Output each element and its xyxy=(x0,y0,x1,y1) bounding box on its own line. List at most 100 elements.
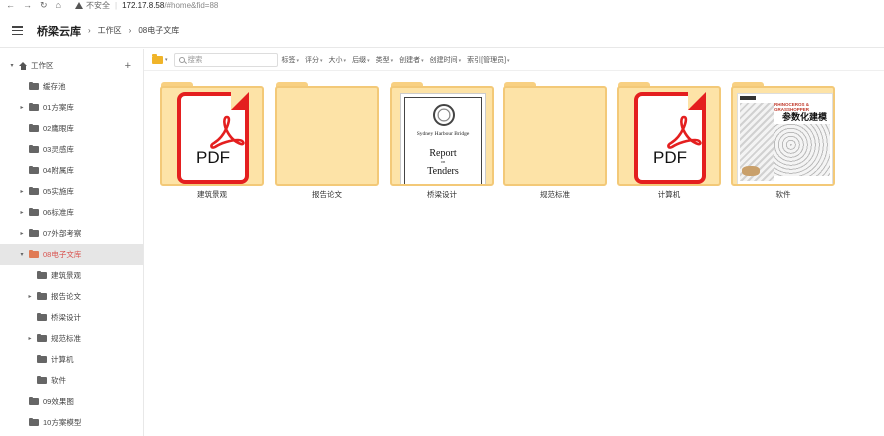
folder-tile-reports-papers[interactable]: 报告论文 xyxy=(275,82,379,202)
sidebar-item-label: 01方案库 xyxy=(43,103,74,112)
sidebar-item-08-e-library[interactable]: ▾ 08电子文库 xyxy=(0,244,143,265)
filter-creator[interactable]: 创建者▾ xyxy=(399,55,424,65)
app-title: 桥梁云库 xyxy=(37,25,81,38)
folder-body: PDF xyxy=(160,86,264,186)
sidebar-item-label: 桥梁设计 xyxy=(51,313,81,322)
add-icon[interactable]: + xyxy=(125,60,131,72)
reload-icon[interactable]: ↻ xyxy=(40,0,48,11)
filter-size[interactable]: 大小▾ xyxy=(329,55,347,65)
folder-icon: PDF xyxy=(160,82,264,186)
chevron-down-icon: ▾ xyxy=(320,57,323,64)
sidebar-item-01-plans[interactable]: ▸ 01方案库 xyxy=(0,97,143,118)
forward-arrow-icon[interactable]: → xyxy=(23,0,32,11)
filter-type[interactable]: 类型▾ xyxy=(376,55,394,65)
folder-tile-software[interactable]: RHINOCEROS & GRASSHOPPER 参数化建模 软件 xyxy=(731,82,835,202)
filter-created-time[interactable]: 创建时间▾ xyxy=(430,55,462,65)
sidebar-item-09-renderings[interactable]: 09效果图 xyxy=(0,391,143,412)
sidebar-root-workspace[interactable]: ▾ 工作区 + xyxy=(0,55,143,76)
folder-label: 规范标准 xyxy=(540,190,570,199)
sidebar-item-software[interactable]: 软件 xyxy=(0,370,143,391)
folder-icon xyxy=(29,81,39,90)
sidebar-item-bridge-design[interactable]: 桥梁设计 xyxy=(0,307,143,328)
filter-label: 类型 xyxy=(375,56,390,64)
folder-label: 建筑景观 xyxy=(197,190,227,199)
folder-icon[interactable] xyxy=(152,53,163,64)
sidebar-item-label: 05实施库 xyxy=(43,187,74,196)
cover-tag xyxy=(740,96,756,100)
sidebar-item-03-inspiration[interactable]: 03灵感库 xyxy=(0,139,143,160)
caret-down-icon[interactable]: ▾ xyxy=(8,62,16,69)
filter-bar: 标签▾ 评分▾ 大小▾ 后缀▾ 类型▾ 创建者▾ 创建时间▾ 索引[管理员]▾ xyxy=(282,55,516,65)
sidebar-item-02-eagle-eye[interactable]: 02鹰眼库 xyxy=(0,118,143,139)
breadcrumb-current[interactable]: 08电子文库 xyxy=(138,25,179,36)
folder-icon xyxy=(29,207,39,216)
caret-right-icon[interactable]: ▸ xyxy=(18,104,26,111)
folder-tile-specifications[interactable]: 规范标准 xyxy=(503,82,607,202)
cover-ornament xyxy=(742,166,760,176)
filter-tag[interactable]: 标签▾ xyxy=(282,55,300,65)
caret-right-icon[interactable]: ▸ xyxy=(26,293,34,300)
warning-icon xyxy=(74,2,83,9)
folder-icon xyxy=(29,228,39,237)
page-corner xyxy=(231,92,249,110)
sidebar-item-label: 02鹰眼库 xyxy=(43,124,74,133)
chevron-down-icon: ▾ xyxy=(296,57,300,64)
menu-icon[interactable] xyxy=(12,26,23,35)
filter-rating[interactable]: 评分▾ xyxy=(305,55,323,65)
caret-right-icon[interactable]: ▸ xyxy=(18,188,26,195)
sidebar-item-07-external-survey[interactable]: ▸ 07外部考察 xyxy=(0,223,143,244)
folder-tile-architecture-landscape[interactable]: PDF 建筑景观 xyxy=(160,82,264,202)
caret-right-icon[interactable]: ▸ xyxy=(26,335,34,342)
report-title-line: Report xyxy=(429,148,457,159)
folder-tile-bridge-design[interactable]: Sydney Harbour Bridge Report on Tenders 桥梁设计 xyxy=(390,82,494,202)
page-corner xyxy=(688,92,706,110)
chevron-down-icon: ▾ xyxy=(507,57,510,64)
home-icon[interactable]: ⌂ xyxy=(56,0,61,11)
book-title: 参数化建模 xyxy=(782,112,828,122)
pdf-thumbnail: PDF xyxy=(634,92,706,184)
chevron-right-icon: › xyxy=(128,26,132,35)
folder-tile-computer[interactable]: PDF 计算机 xyxy=(617,82,721,202)
filter-label: 后缀 xyxy=(352,56,367,64)
chevron-down-icon: ▾ xyxy=(421,57,424,64)
caret-right-icon[interactable]: ▸ xyxy=(18,230,26,237)
sidebar-item-label: 建筑景观 xyxy=(51,271,81,280)
folder-icon xyxy=(37,333,47,342)
folder-icon xyxy=(37,375,47,384)
sidebar-item-05-implementation[interactable]: ▸ 05实施库 xyxy=(0,181,143,202)
back-arrow-icon[interactable]: ← xyxy=(6,0,15,11)
sidebar-item-cache[interactable]: 缓存池 xyxy=(0,76,143,97)
chevron-down-icon: ▾ xyxy=(367,57,370,64)
security-label: 不安全 xyxy=(85,1,110,10)
folder-icon: Sydney Harbour Bridge Report on Tenders xyxy=(390,82,494,186)
folder-icon xyxy=(29,417,39,426)
caret-right-icon[interactable]: ▸ xyxy=(18,209,26,216)
chevron-down-icon[interactable]: ▾ xyxy=(165,57,168,63)
sidebar-item-label: 08电子文库 xyxy=(43,250,82,259)
folder-body: RHINOCEROS & GRASSHOPPER 参数化建模 xyxy=(731,86,835,186)
sidebar-item-06-standards[interactable]: ▸ 06标准库 xyxy=(0,202,143,223)
search-input[interactable] xyxy=(187,55,273,64)
caret-down-icon[interactable]: ▾ xyxy=(18,251,26,258)
report-title-line: on xyxy=(440,159,446,164)
sidebar-item-label: 缓存池 xyxy=(43,82,66,91)
filter-extension[interactable]: 后缀▾ xyxy=(352,55,370,65)
sidebar-item-10-models[interactable]: 10方案模型 xyxy=(0,412,143,433)
sidebar-item-architecture-landscape[interactable]: 建筑景观 xyxy=(0,265,143,286)
chevron-down-icon: ▾ xyxy=(390,57,394,64)
search-box xyxy=(173,52,278,67)
sidebar-item-04-auxiliary[interactable]: 04附属库 xyxy=(0,160,143,181)
filter-index-admin[interactable]: 索引[管理员]▾ xyxy=(467,55,509,65)
breadcrumb-workspace[interactable]: 工作区 xyxy=(98,25,122,36)
sidebar-item-computer[interactable]: 计算机 xyxy=(0,349,143,370)
sidebar-item-label: 03灵感库 xyxy=(43,145,74,154)
chevron-down-icon: ▾ xyxy=(343,57,347,64)
folder-label: 桥梁设计 xyxy=(427,190,457,199)
security-indicator[interactable]: 不安全 xyxy=(74,0,110,11)
sidebar-item-specifications[interactable]: ▸ 规范标准 xyxy=(0,328,143,349)
url-field[interactable]: 172.17.8.58/#home&fid=88 xyxy=(122,1,218,10)
app-header: 桥梁云库 › 工作区 › 08电子文库 xyxy=(0,14,884,48)
sidebar-item-reports-papers[interactable]: ▸ 报告论文 xyxy=(0,286,143,307)
report-title-line: Sydney Harbour Bridge xyxy=(416,131,470,137)
sidebar-item-label: 规范标准 xyxy=(51,334,81,343)
